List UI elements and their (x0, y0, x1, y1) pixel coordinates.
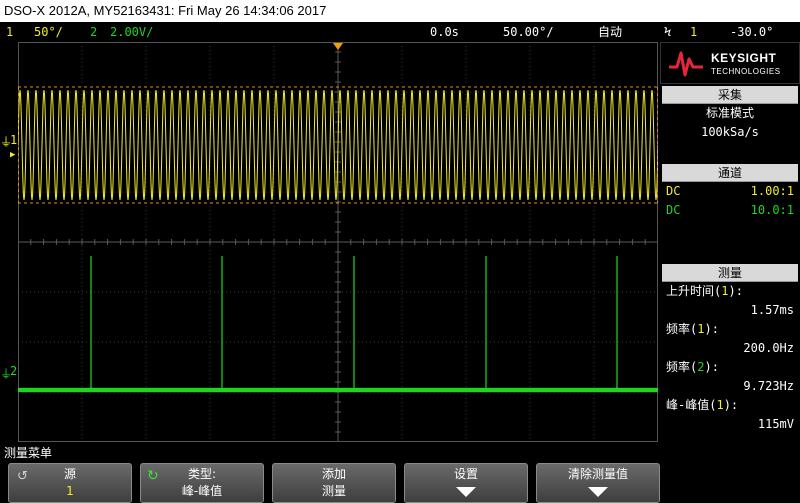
measure-label: 上升时间(1): (666, 284, 743, 298)
ch1-probe: 1.00:1 (750, 184, 794, 198)
brand-subtitle: TECHNOLOGIES (711, 67, 781, 76)
measure-value: 200.0Hz (743, 341, 794, 355)
softkey-bar: ↺ 源 1 ↻ 类型: 峰-峰值 添加 测量 设置 清除测量值 (0, 461, 800, 503)
ch1-level-arrow: ▶ (10, 150, 16, 160)
measure-header: 测量 (662, 264, 798, 282)
channel-header: 通道 (662, 164, 798, 182)
channel-section[interactable]: 通道 DC 1.00:1 DC 10.0:1 (662, 164, 798, 220)
brand-name: KEYSIGHT (711, 51, 777, 65)
trigger-mode[interactable]: 自动 (598, 22, 622, 42)
channel-row-2: DC 10.0:1 (662, 201, 798, 220)
softkey-source[interactable]: ↺ 源 1 (8, 463, 132, 503)
submenu-arrow-icon (456, 487, 476, 497)
ch1-marker[interactable]: 1 (10, 133, 17, 147)
ch2-marker[interactable]: 2 (10, 364, 17, 378)
measure-value: 115mV (757, 417, 794, 431)
ch2-scale[interactable]: 2.00V/ (110, 22, 153, 42)
trigger-position-marker[interactable] (333, 43, 343, 50)
measure-label: 峰-峰值(1): (666, 398, 739, 412)
channel-row-1: DC 1.00:1 (662, 182, 798, 201)
keysight-logo: KEYSIGHT TECHNOLOGIES (660, 42, 800, 84)
softkey-add-measurement[interactable]: 添加 测量 (272, 463, 396, 503)
ch1-number[interactable]: 1 (6, 22, 13, 42)
waveform-display[interactable] (18, 42, 658, 442)
acquire-header: 采集 (662, 86, 798, 104)
ch2-probe: 10.0:1 (750, 203, 794, 217)
keysight-wave-icon (669, 51, 703, 77)
softkey-clear-measurements[interactable]: 清除测量值 (536, 463, 660, 503)
ch2-number[interactable]: 2 (90, 22, 97, 42)
measure-value: 1.57ms (750, 303, 794, 317)
acquire-section[interactable]: 采集 标准模式 100kSa/s (662, 86, 798, 142)
entry-knob-icon: ↻ (147, 468, 159, 484)
acquire-mode: 标准模式 (705, 106, 754, 120)
ch1-scale[interactable]: 50°/ (34, 22, 63, 42)
ch1-coupling: DC (666, 184, 681, 198)
measure-section[interactable]: 测量 上升时间(1): 1.57ms 频率(1): 200.0Hz 频率(2):… (662, 264, 798, 434)
info-panel: KEYSIGHT TECHNOLOGIES 采集 标准模式 100kSa/s 通… (660, 42, 800, 442)
rotate-knob-icon: ↺ (17, 469, 28, 484)
menu-title: 测量菜单 (4, 446, 53, 460)
measure-label: 频率(1): (666, 322, 719, 336)
softkey-type[interactable]: ↻ 类型: 峰-峰值 (140, 463, 264, 503)
time-delay[interactable]: 0.0s (430, 22, 459, 42)
trigger-level[interactable]: -30.0° (730, 22, 773, 42)
measure-label: 频率(2): (666, 360, 719, 374)
status-bar: 1 50°/ 2 2.00V/ 0.0s 50.00°/ 自动 Ϟ 1 -30.… (0, 22, 800, 42)
waveform-canvas (18, 42, 658, 442)
time-scale[interactable]: 50.00°/ (503, 22, 554, 42)
sample-rate: 100kSa/s (701, 125, 759, 139)
trigger-source[interactable]: 1 (690, 22, 697, 42)
window-title: DSO-X 2012A, MY52163431: Fri May 26 14:3… (0, 0, 800, 22)
measure-value: 9.723Hz (743, 379, 794, 393)
submenu-arrow-icon (588, 487, 608, 497)
ch2-coupling: DC (666, 203, 681, 217)
trigger-edge-icon: Ϟ (664, 25, 672, 39)
softkey-settings[interactable]: 设置 (404, 463, 528, 503)
